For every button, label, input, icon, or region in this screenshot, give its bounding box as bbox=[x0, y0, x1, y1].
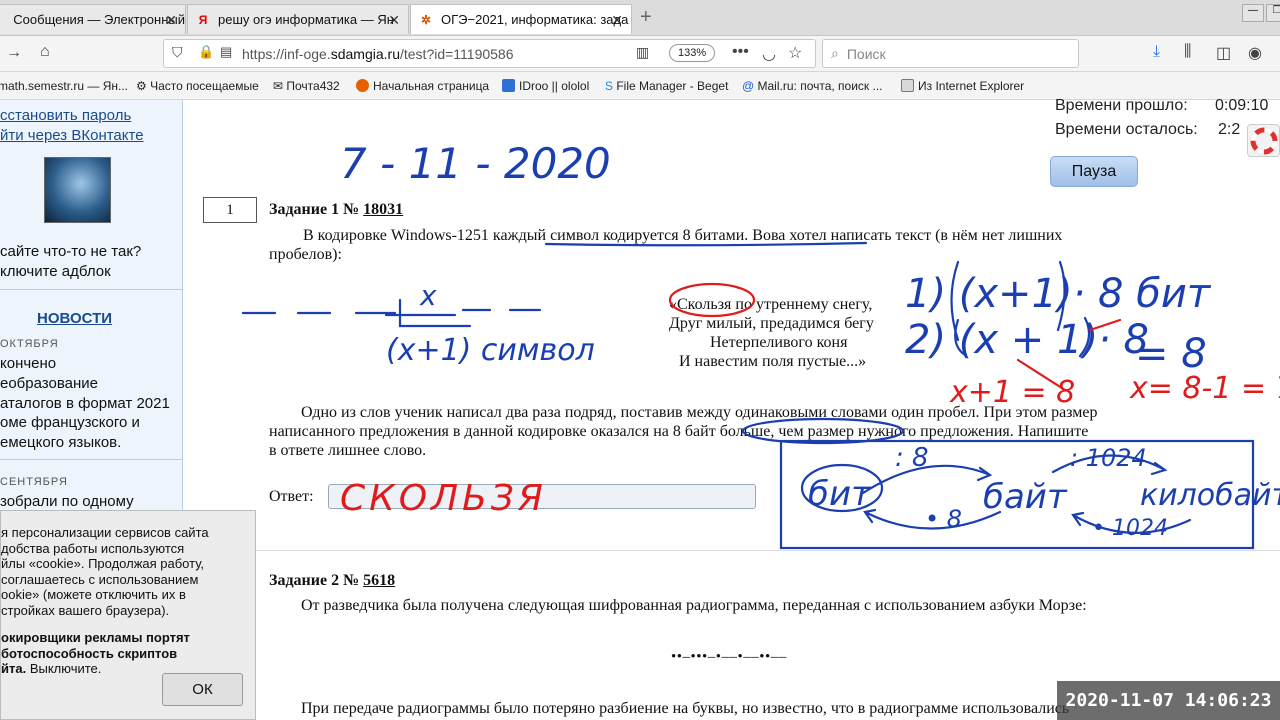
handwritten-eq2: x= 8-1 = 7 bbox=[1129, 371, 1280, 406]
handwriting-overlay: 7 - 11 - 2020 x (x+1) символ 1) (x+1)· 8… bbox=[241, 139, 1280, 550]
handwritten-x: x bbox=[419, 279, 437, 312]
circle-stroke bbox=[741, 417, 905, 445]
circle-stroke bbox=[668, 282, 756, 318]
handwritten-mul1024: • 1024 bbox=[1092, 516, 1168, 541]
handwritten-mul8: • 8 bbox=[925, 505, 962, 533]
dash-stroke bbox=[241, 308, 542, 315]
handwritten-formula-1: 1) (x+1)· 8 бит bbox=[905, 271, 1212, 317]
handwritten-div8: : 8 bbox=[895, 443, 929, 473]
handwritten-symbols: (x+1) символ bbox=[386, 333, 595, 368]
handwritten-kilobyte: килобайт bbox=[1140, 478, 1280, 513]
handwritten-byte: байт bbox=[983, 477, 1068, 517]
handwritten-formula-2: 2) (x + 1)· 8 bbox=[905, 317, 1149, 363]
answer-value: СКОЛЬЗЯ bbox=[340, 478, 547, 519]
handwritten-div1024: : 1024 bbox=[1070, 444, 1147, 472]
underline-stroke bbox=[544, 241, 868, 247]
handwritten-date: 7 - 11 - 2020 bbox=[340, 139, 611, 188]
handwritten-eq1: x+1 = 8 bbox=[949, 375, 1075, 410]
handwritten-bit: бит bbox=[808, 474, 872, 514]
timestamp-overlay: 2020-11-07 14:06:23 bbox=[1057, 681, 1280, 720]
